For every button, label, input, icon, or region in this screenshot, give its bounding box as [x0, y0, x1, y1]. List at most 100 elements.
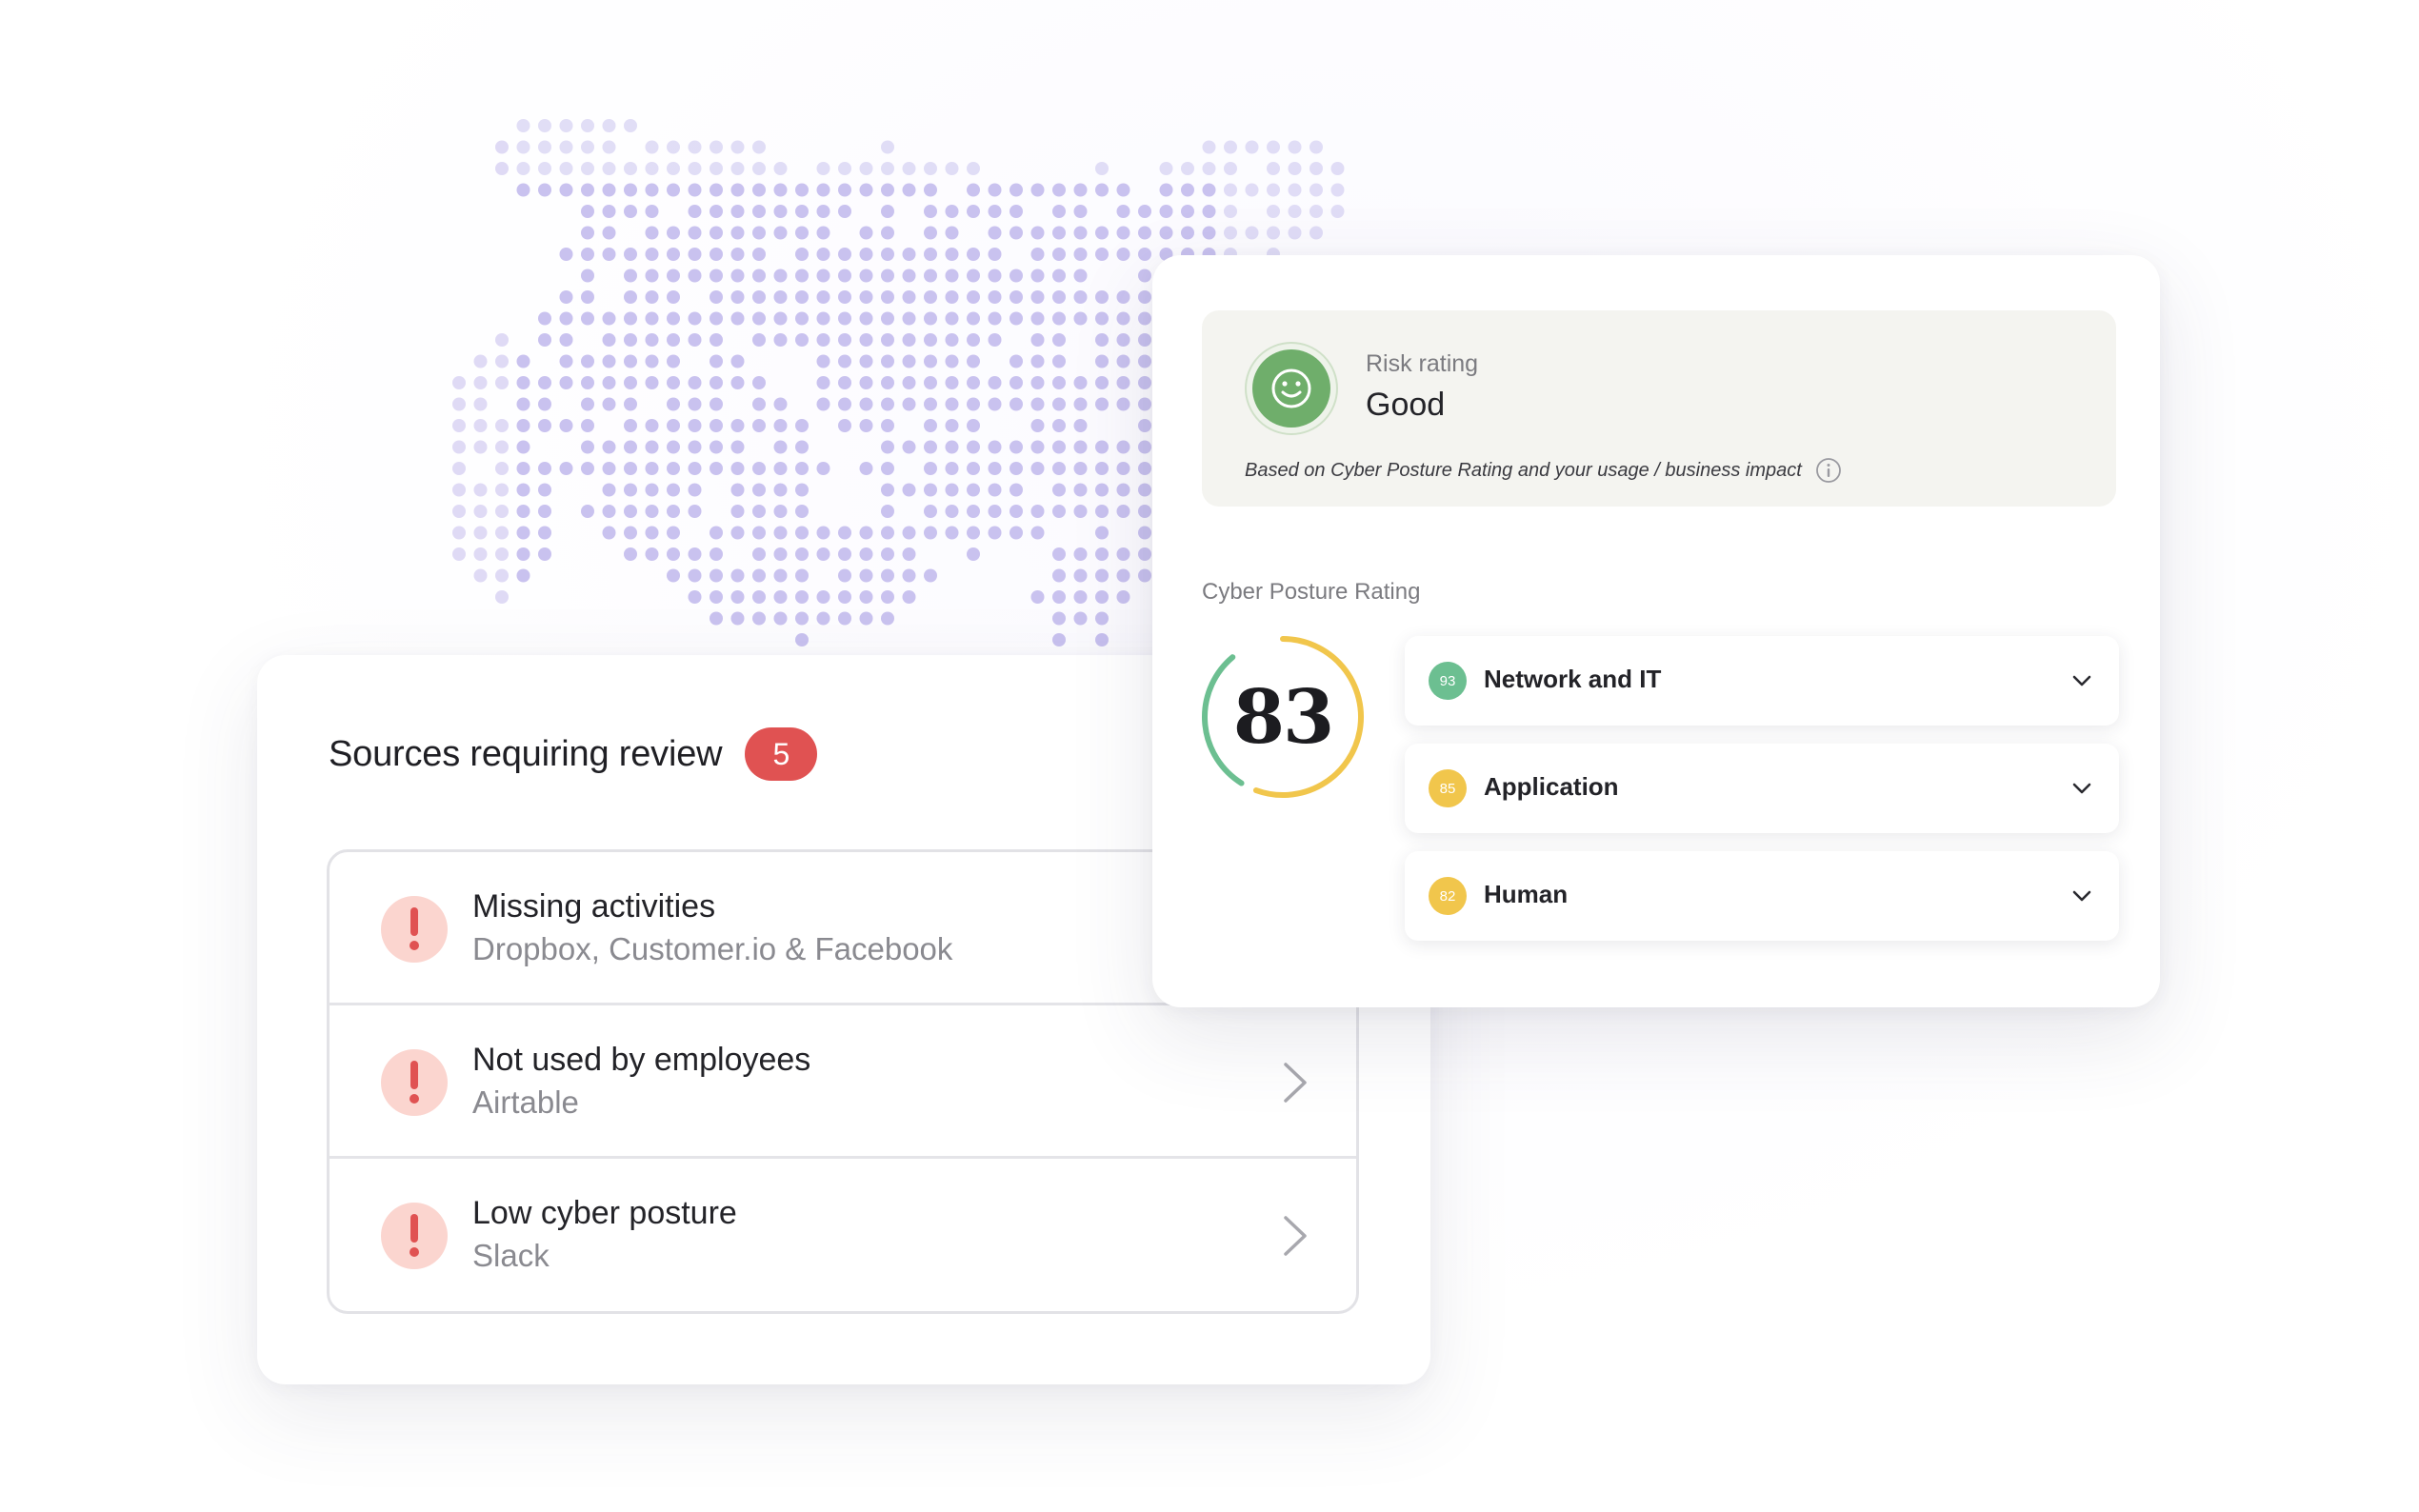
map-dot: [816, 611, 830, 626]
map-dot: [924, 397, 937, 411]
map-dot: [967, 547, 980, 561]
map-dot: [495, 462, 509, 475]
map-dot: [1116, 248, 1130, 261]
map-dot: [645, 140, 659, 154]
map-dot: [1010, 205, 1023, 218]
map-dot: [795, 547, 809, 561]
map-dot: [1073, 440, 1088, 454]
map-dot: [581, 376, 594, 389]
map-dot: [838, 568, 851, 583]
map-dot: [988, 226, 1002, 240]
map-dot: [752, 505, 766, 518]
map-dot: [1010, 269, 1023, 283]
map-dot: [516, 547, 530, 561]
map-dot: [773, 205, 788, 218]
map-dot: [859, 269, 873, 283]
map-dot: [924, 440, 937, 454]
category-application[interactable]: 85 Application: [1405, 744, 2119, 833]
map-dot: [773, 183, 788, 197]
map-dot: [495, 568, 509, 583]
map-dot: [1224, 226, 1237, 240]
map-dot: [452, 397, 466, 411]
map-dot: [1288, 140, 1302, 154]
map-dot: [688, 483, 702, 497]
map-dot: [1073, 205, 1088, 218]
map-dot: [881, 376, 894, 389]
map-dot: [881, 568, 894, 583]
map-dot: [967, 183, 980, 197]
map-dot: [773, 226, 788, 240]
map-dot: [710, 162, 723, 175]
chevron-right-icon[interactable]: [1282, 1214, 1309, 1258]
map-dot: [624, 376, 637, 389]
map-dot: [516, 140, 530, 154]
map-dot: [752, 183, 766, 197]
map-dot: [1073, 483, 1088, 497]
source-row-low-cyber-posture[interactable]: Low cyber posture Slack: [330, 1159, 1356, 1311]
map-dot: [838, 248, 851, 261]
map-dot: [581, 505, 594, 518]
chevron-down-icon[interactable]: [2071, 887, 2092, 905]
map-dot: [1052, 590, 1066, 604]
chevron-down-icon[interactable]: [2071, 780, 2092, 797]
map-dot: [1030, 505, 1045, 518]
map-dot: [516, 526, 530, 540]
map-dot: [752, 269, 766, 283]
risk-rating-label: Risk rating: [1366, 350, 1479, 377]
map-dot: [752, 376, 766, 389]
risk-rating-panel: Risk rating Good Based on Cyber Posture …: [1202, 310, 2116, 507]
map-dot: [688, 590, 702, 604]
map-dot: [945, 462, 959, 475]
map-dot: [816, 547, 830, 561]
map-dot: [602, 354, 616, 368]
map-dot: [559, 462, 573, 475]
category-human[interactable]: 82 Human: [1405, 851, 2119, 941]
map-dot: [1267, 183, 1280, 197]
map-dot: [495, 440, 509, 454]
map-dot: [452, 483, 466, 497]
map-dot: [1030, 290, 1045, 304]
map-dot: [667, 397, 680, 411]
map-dot: [881, 162, 894, 175]
map-dot: [752, 140, 766, 154]
map-dot: [559, 354, 573, 368]
map-dot: [988, 376, 1002, 389]
map-dot: [988, 248, 1002, 261]
map-dot: [924, 269, 937, 283]
map-dot: [1116, 590, 1130, 604]
map-dot: [667, 162, 680, 175]
map-dot: [1116, 440, 1130, 454]
map-dot: [1202, 205, 1216, 218]
map-dot: [538, 526, 551, 540]
map-dot: [988, 397, 1002, 411]
map-dot: [859, 397, 873, 411]
map-dot: [1224, 183, 1237, 197]
source-row-not-used[interactable]: Not used by employees Airtable: [330, 1005, 1356, 1159]
map-dot: [967, 269, 980, 283]
map-dot: [730, 568, 745, 583]
map-dot: [602, 226, 616, 240]
chevron-down-icon[interactable]: [2071, 672, 2092, 689]
map-dot: [838, 526, 851, 540]
map-dot: [667, 483, 680, 497]
map-dot: [1095, 526, 1109, 540]
category-network-and-it[interactable]: 93 Network and IT: [1405, 636, 2119, 726]
map-dot: [1138, 333, 1151, 347]
map-dot: [1010, 183, 1023, 197]
map-dot: [730, 290, 745, 304]
map-dot: [752, 590, 766, 604]
map-dot: [538, 462, 551, 475]
map-dot: [473, 568, 488, 583]
map-dot: [667, 547, 680, 561]
map-dot: [838, 290, 851, 304]
map-dot: [667, 248, 680, 261]
map-dot: [516, 440, 530, 454]
map-dot: [624, 248, 637, 261]
info-icon[interactable]: [1815, 457, 1842, 484]
map-dot: [730, 440, 745, 454]
map-dot: [516, 419, 530, 432]
map-dot: [516, 376, 530, 389]
map-dot: [795, 183, 809, 197]
map-dot: [495, 526, 509, 540]
chevron-right-icon[interactable]: [1282, 1061, 1309, 1104]
